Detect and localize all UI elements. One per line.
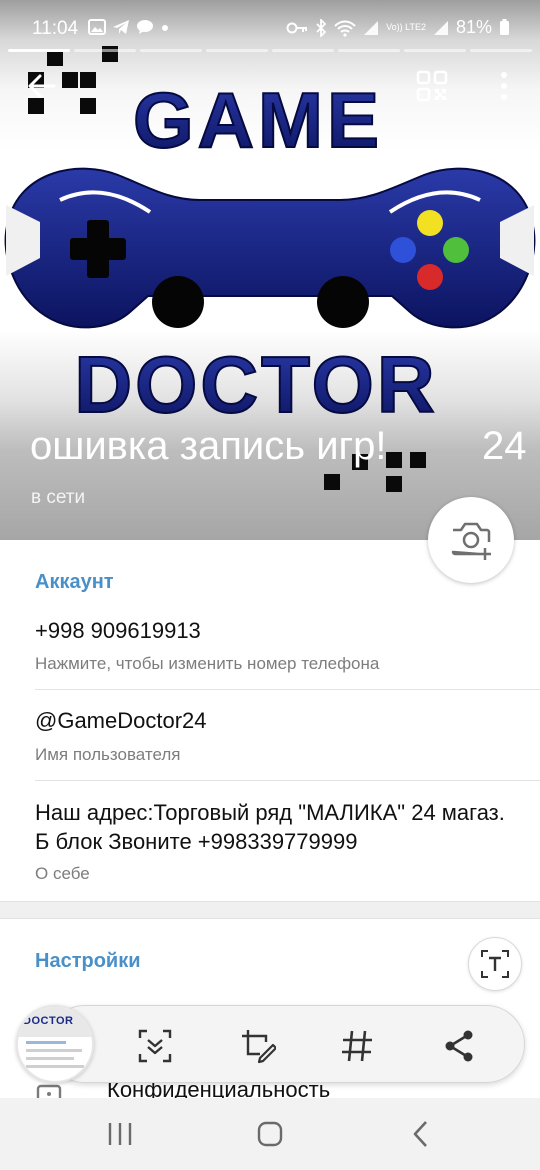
divider xyxy=(35,780,540,781)
status-time: 11:04 xyxy=(32,18,79,39)
divider xyxy=(35,689,540,690)
battery-icon xyxy=(500,19,509,35)
thumbnail-text: DOCTOR xyxy=(23,1015,74,1027)
story-progress-bars xyxy=(8,49,532,52)
recent-apps-icon[interactable] xyxy=(104,1118,136,1150)
system-navigation-bar xyxy=(0,1098,540,1170)
notification-icons xyxy=(88,19,170,35)
account-section-title: Аккаунт xyxy=(35,571,114,593)
battery-percent: 81% xyxy=(455,17,492,37)
logo-text-doctor: DOCTOR xyxy=(74,340,437,429)
text-recognition-icon xyxy=(481,950,509,978)
profile-name-suffix: 24 xyxy=(482,424,527,468)
scroll-capture-icon[interactable] xyxy=(137,1028,173,1064)
thumbnail-line xyxy=(26,1041,66,1044)
share-icon[interactable] xyxy=(441,1028,477,1064)
online-status: в сети xyxy=(31,487,86,508)
phone-number: +998 909619913 xyxy=(35,618,201,643)
wifi-icon xyxy=(334,20,356,37)
set-photo-button[interactable] xyxy=(428,497,514,583)
signal-icon-1 xyxy=(364,20,379,35)
back-icon[interactable] xyxy=(405,1118,437,1150)
status-bar: 11:04 Vo)) LTE2 81% xyxy=(0,0,540,56)
section-separator xyxy=(0,901,540,919)
screenshot-toolbar xyxy=(46,1005,525,1083)
bio-label: О себе xyxy=(35,864,90,883)
hashtag-icon[interactable] xyxy=(339,1028,375,1064)
account-section: Аккаунт +998 909619913 Нажмите, чтобы из… xyxy=(0,540,540,901)
profile-cover: GAME DOCTOR 11:04 Vo)) LTE2 81% ошивка з… xyxy=(0,0,540,540)
profile-name: ошивка запись игр! xyxy=(30,424,387,468)
logo-text-game: GAME xyxy=(133,76,383,164)
settings-section-title: Настройки xyxy=(35,950,141,972)
back-button[interactable] xyxy=(24,68,60,104)
crop-edit-icon[interactable] xyxy=(240,1028,276,1064)
qr-code-button[interactable] xyxy=(416,70,448,102)
more-options-button[interactable] xyxy=(494,70,514,102)
telegram-profile-screen: GAME DOCTOR 11:04 Vo)) LTE2 81% ошивка з… xyxy=(0,0,540,1170)
network-label: Vo)) LTE2 xyxy=(386,22,426,32)
camera-add-icon xyxy=(451,522,491,560)
key-icon xyxy=(286,22,308,33)
bluetooth-icon xyxy=(316,18,327,37)
gamepad-wrench-icon xyxy=(4,167,536,329)
extract-text-button[interactable] xyxy=(468,937,522,991)
username-value: @GameDoctor24 xyxy=(35,708,207,733)
thumbnail-line xyxy=(26,1065,84,1068)
status-right: Vo)) LTE2 81% xyxy=(286,17,510,38)
telegram-icon xyxy=(113,20,129,34)
bio-value: Наш адрес:Торговый ряд "МАЛИКА" 24 магаз… xyxy=(35,800,505,854)
chat-icon xyxy=(137,20,153,34)
home-icon[interactable] xyxy=(254,1118,286,1150)
dot-icon xyxy=(162,25,168,31)
phone-hint: Нажмите, чтобы изменить номер телефона xyxy=(35,654,380,673)
thumbnail-line xyxy=(26,1049,82,1052)
username-label: Имя пользователя xyxy=(35,745,181,764)
screenshot-thumbnail[interactable]: DOCTOR xyxy=(16,1005,94,1083)
signal-icon-2 xyxy=(433,20,448,35)
thumbnail-line xyxy=(26,1057,74,1060)
gallery-icon xyxy=(88,19,106,35)
